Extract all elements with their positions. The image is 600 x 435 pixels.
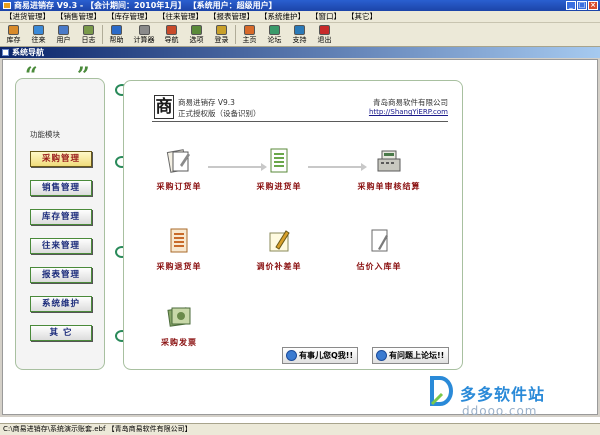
toolbar-inventory-button[interactable]: 库存 xyxy=(1,23,26,46)
menu-system[interactable]: 【系统维护】 xyxy=(257,11,308,22)
window-title: 商易进销存 V9.3 - 【会计期间：2010年1月】 【系统用户：超级用户】 xyxy=(14,1,277,10)
minimize-button[interactable]: _ xyxy=(566,1,576,10)
toolbar-options-button[interactable]: 选项 xyxy=(184,23,209,46)
visit-forum-button[interactable]: 有问题上论坛!! xyxy=(372,347,450,364)
menu-purchase[interactable]: 【进货管理】 xyxy=(2,11,53,22)
navigation-window: 系统导航 “ ” 功能模块 采购管理 销售管理 库存管理 往来管理 报表管理 系… xyxy=(0,47,600,417)
title-bar: 商易进销存 V9.3 - 【会计期间：2010年1月】 【系统用户：超级用户】 … xyxy=(0,0,600,11)
module-other-button[interactable]: 其 它 xyxy=(30,325,92,341)
watermark-url: ddooo.com xyxy=(462,404,538,418)
navigation-window-title: 系统导航 xyxy=(12,48,44,57)
watermark-logo xyxy=(428,376,454,406)
toolbar-user-button[interactable]: 用户 xyxy=(51,23,76,46)
module-panel-title: 功能模块 xyxy=(30,130,60,139)
exchange-icon xyxy=(33,25,44,35)
valuation-stock-in-icon xyxy=(366,227,392,255)
menu-other[interactable]: 【其它】 xyxy=(344,11,380,22)
menu-bar: 【进货管理】 【销售管理】 【库存管理】 【往来管理】 【报表管理】 【系统维护… xyxy=(0,11,600,23)
menu-inventory[interactable]: 【库存管理】 xyxy=(104,11,155,22)
toolbar-help-button[interactable]: 帮助 xyxy=(104,23,129,46)
toolbar-navigation-button[interactable]: 导航 xyxy=(159,23,184,46)
warehouse-icon xyxy=(8,25,19,35)
qq-icon xyxy=(286,350,297,361)
toolbar-calculator-button[interactable]: 计算器 xyxy=(129,23,159,46)
window-controls: _ □ × xyxy=(566,1,598,10)
toolbar-separator xyxy=(235,25,236,44)
company-url-link[interactable]: http://ShangYiERP.com xyxy=(369,108,448,116)
menu-sales[interactable]: 【销售管理】 xyxy=(53,11,104,22)
module-system-button[interactable]: 系统维护 xyxy=(30,296,92,312)
function-purchase-order[interactable]: 采购订货单 xyxy=(144,147,214,192)
forum-icon xyxy=(269,25,280,35)
module-panel: 功能模块 采购管理 销售管理 库存管理 往来管理 报表管理 系统维护 其 它 xyxy=(15,78,105,370)
product-name: 商易进销存 V9.3 xyxy=(178,98,235,107)
log-icon xyxy=(83,25,94,35)
exit-icon xyxy=(319,25,330,35)
login-icon xyxy=(216,25,227,35)
purchase-invoice-icon xyxy=(166,303,192,331)
function-price-adjust[interactable]: 调价补差单 xyxy=(244,227,314,272)
maximize-button[interactable]: □ xyxy=(577,1,587,10)
purchase-order-icon xyxy=(166,147,192,175)
status-text: C:\商易进销存\系统演示账套.ebf 【青岛商易软件有限公司】 xyxy=(3,425,192,433)
app-icon xyxy=(3,2,11,9)
navigation-icon xyxy=(166,25,177,35)
navigation-window-titlebar: 系统导航 xyxy=(0,47,600,58)
product-edition: 正式授权版（设备识别） xyxy=(178,109,261,118)
company-name: 青岛商易软件有限公司 xyxy=(373,98,448,107)
options-icon xyxy=(191,25,202,35)
support-icon xyxy=(294,25,305,35)
function-panel: 商 商易进销存 V9.3 正式授权版（设备识别） 青岛商易软件有限公司 http… xyxy=(123,80,463,370)
header-divider xyxy=(152,121,448,122)
toolbar-accounts-button[interactable]: 往来 xyxy=(26,23,51,46)
function-purchase-invoice[interactable]: 采购发票 xyxy=(144,303,214,348)
function-purchase-receipt[interactable]: 采购进货单 xyxy=(244,147,314,192)
function-purchase-return[interactable]: 采购退货单 xyxy=(144,227,214,272)
toolbar-home-button[interactable]: 主页 xyxy=(237,23,262,46)
function-purchase-settlement[interactable]: 采购单审核结算 xyxy=(346,147,432,192)
cash-register-icon xyxy=(376,147,402,175)
toolbar-exit-button[interactable]: 退出 xyxy=(312,23,337,46)
toolbar-separator xyxy=(102,25,103,44)
menu-reports[interactable]: 【报表管理】 xyxy=(206,11,257,22)
close-button[interactable]: × xyxy=(588,1,598,10)
toolbar: 库存 往来 用户 日志 帮助 计算器 导航 选项 登录 主页 论坛 支持 退出 xyxy=(0,23,600,47)
module-sales-button[interactable]: 销售管理 xyxy=(30,180,92,196)
contact-qq-button[interactable]: 有事儿您Q我!! xyxy=(282,347,359,364)
price-adjust-icon xyxy=(266,227,292,255)
navigation-content: “ ” 功能模块 采购管理 销售管理 库存管理 往来管理 报表管理 系统维护 其… xyxy=(2,59,598,415)
watermark-title: 多多软件站 xyxy=(460,385,546,404)
window-icon xyxy=(2,49,9,56)
home-icon xyxy=(244,25,255,35)
toolbar-log-button[interactable]: 日志 xyxy=(76,23,101,46)
product-logo: 商 xyxy=(154,95,174,119)
status-bar: C:\商易进销存\系统演示账套.ebf 【青岛商易软件有限公司】 xyxy=(0,423,600,435)
module-reports-button[interactable]: 报表管理 xyxy=(30,267,92,283)
module-accounts-button[interactable]: 往来管理 xyxy=(30,238,92,254)
help-icon xyxy=(111,25,122,35)
forum-icon xyxy=(376,350,387,361)
menu-accounts[interactable]: 【往来管理】 xyxy=(155,11,206,22)
toolbar-login-button[interactable]: 登录 xyxy=(209,23,234,46)
purchase-return-icon xyxy=(166,227,192,255)
menu-window[interactable]: 【窗口】 xyxy=(308,11,344,22)
purchase-receipt-icon xyxy=(266,147,292,175)
toolbar-forum-button[interactable]: 论坛 xyxy=(262,23,287,46)
function-valuation-stock-in[interactable]: 估价入库单 xyxy=(344,227,414,272)
module-purchase-button[interactable]: 采购管理 xyxy=(30,151,92,167)
user-icon xyxy=(58,25,69,35)
module-inventory-button[interactable]: 库存管理 xyxy=(30,209,92,225)
calculator-icon xyxy=(138,25,150,35)
toolbar-support-button[interactable]: 支持 xyxy=(287,23,312,46)
